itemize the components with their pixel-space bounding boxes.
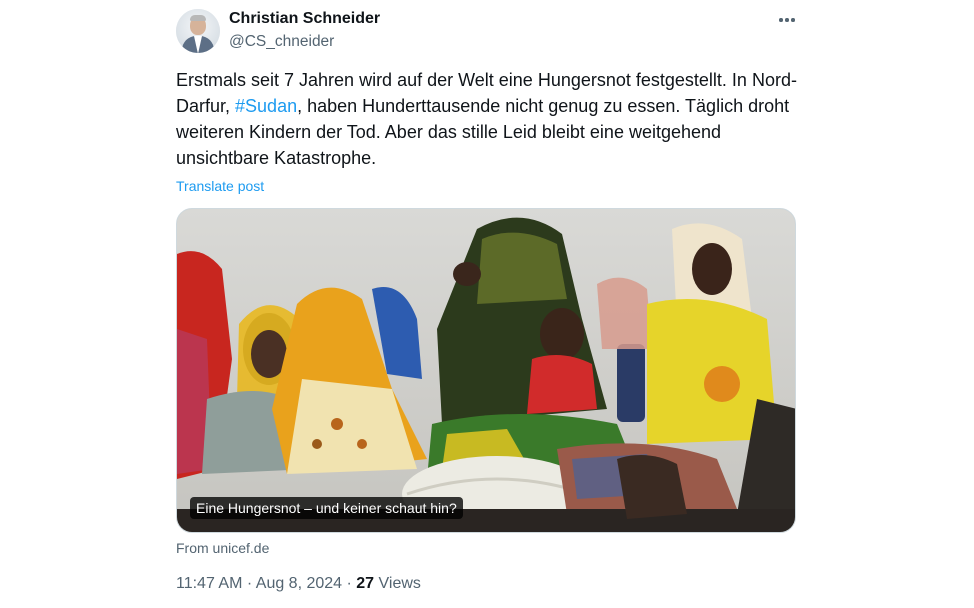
avatar-hair	[190, 15, 206, 21]
card-photo	[177, 209, 795, 532]
tweet-text: Erstmals seit 7 Jahren wird auf der Welt…	[176, 67, 798, 171]
more-dot	[779, 18, 783, 22]
tweet-time[interactable]: 11:47 AM	[176, 575, 242, 592]
tweet-date[interactable]: Aug 8, 2024	[256, 575, 342, 592]
author-handle[interactable]: @CS_chneider	[229, 33, 334, 51]
more-options-icon[interactable]	[776, 10, 798, 30]
tweet[interactable]: Christian Schneider @CS_chneider Erstmal…	[176, 0, 798, 608]
translate-post-link[interactable]: Translate post	[176, 178, 264, 194]
views-count: 27	[356, 575, 375, 592]
more-dot	[791, 18, 795, 22]
avatar[interactable]	[176, 9, 220, 53]
author-name[interactable]: Christian Schneider	[229, 10, 380, 28]
card-source-link[interactable]: From unicef.de	[176, 540, 269, 556]
views-label: Views	[374, 575, 421, 592]
link-card-image[interactable]: Eine Hungersnot – und keiner schaut hin?	[176, 208, 796, 533]
card-caption: Eine Hungersnot – und keiner schaut hin?	[190, 497, 463, 519]
tweet-meta: 11:47 AM · Aug 8, 2024 · 27 Views	[176, 575, 421, 593]
meta-separator: ·	[242, 575, 256, 592]
hashtag-link[interactable]: #Sudan	[235, 96, 297, 116]
meta-separator: ·	[342, 575, 357, 592]
more-dot	[785, 18, 789, 22]
